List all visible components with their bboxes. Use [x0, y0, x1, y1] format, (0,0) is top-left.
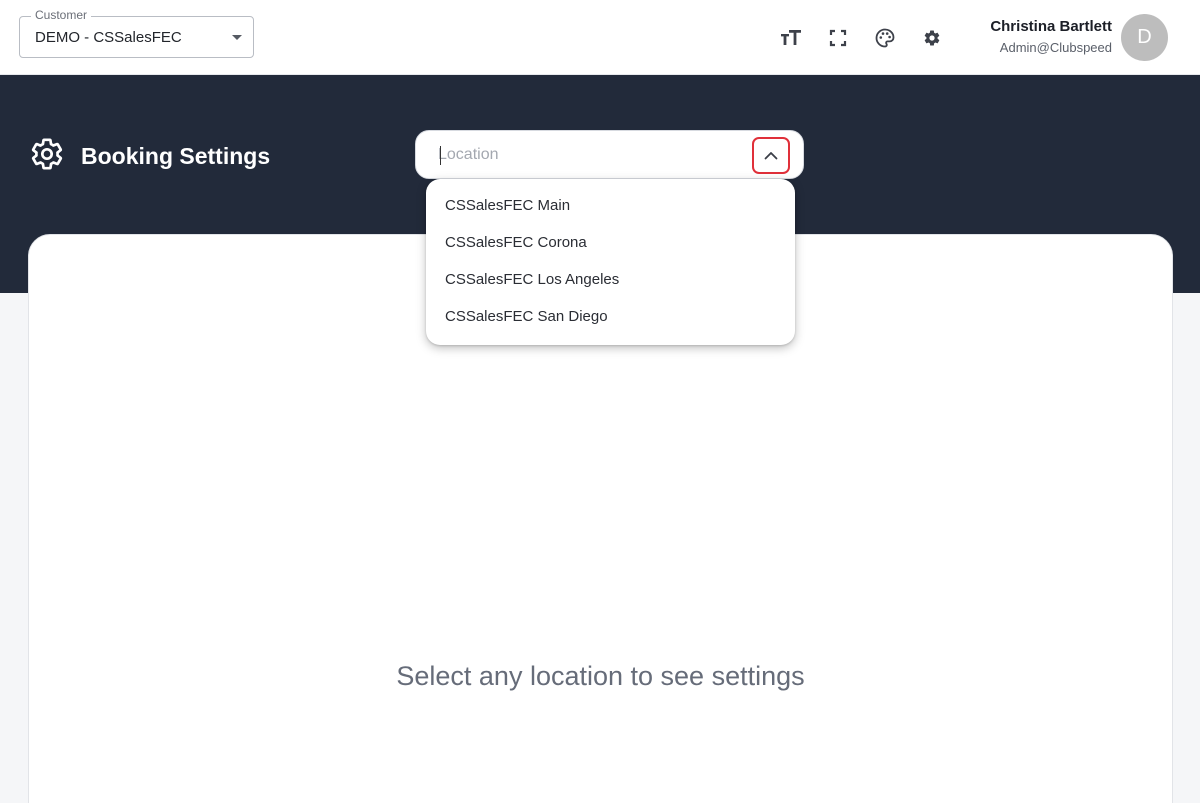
gear-icon [30, 137, 64, 176]
palette-icon[interactable] [874, 27, 896, 49]
customer-select-value: DEMO - CSSalesFEC [35, 29, 182, 46]
location-dropdown-menu: CSSalesFEC Main CSSalesFEC Corona CSSale… [426, 179, 795, 345]
customer-select-label: Customer [31, 8, 92, 22]
caret-down-icon [232, 35, 242, 40]
location-option[interactable]: CSSalesFEC San Diego [426, 298, 795, 335]
location-option[interactable]: CSSalesFEC Main [426, 187, 795, 224]
location-toggle-button[interactable] [752, 137, 790, 174]
text-cursor [440, 146, 441, 165]
location-input[interactable] [438, 143, 738, 167]
location-option[interactable]: CSSalesFEC Corona [426, 224, 795, 261]
location-combobox[interactable] [415, 130, 804, 179]
avatar[interactable]: D [1121, 14, 1168, 61]
user-name: Christina Bartlett [990, 18, 1112, 35]
fullscreen-icon[interactable] [827, 27, 849, 49]
page-title-group: Booking Settings [30, 137, 270, 176]
location-option[interactable]: CSSalesFEC Los Angeles [426, 261, 795, 298]
top-bar: Customer DEMO - CSSalesFEC Christina Bar [0, 0, 1200, 75]
chevron-up-icon [764, 152, 778, 160]
page-title: Booking Settings [81, 143, 271, 169]
gear-icon[interactable] [921, 27, 943, 49]
empty-state-message: Select any location to see settings [396, 661, 805, 691]
customer-select[interactable]: Customer DEMO - CSSalesFEC [19, 8, 254, 58]
user-role: Admin@Clubspeed [999, 40, 1112, 55]
user-info[interactable]: Christina Bartlett Admin@Clubspeed [990, 17, 1112, 58]
text-size-icon[interactable] [780, 27, 802, 49]
